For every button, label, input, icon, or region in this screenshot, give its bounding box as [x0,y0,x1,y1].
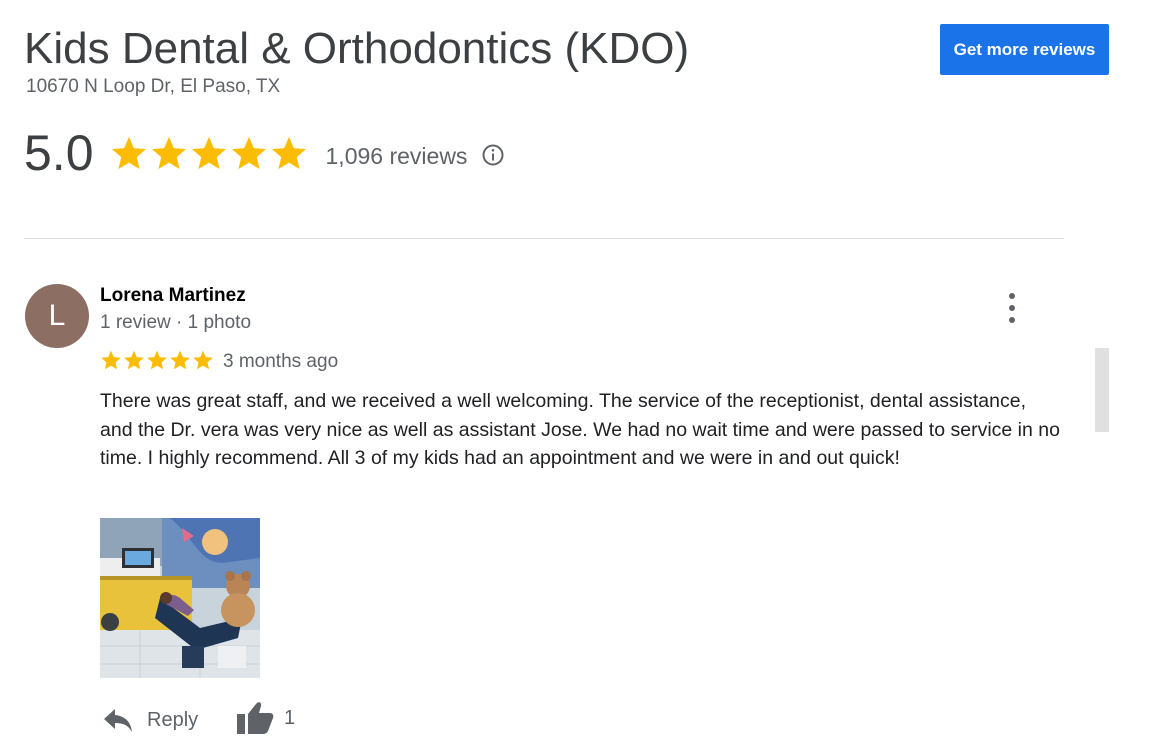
reply-button[interactable]: Reply [102,700,198,740]
star-icon [230,134,268,172]
review-text: There was great staff, and we received a… [100,390,1060,470]
info-icon[interactable] [481,143,505,167]
reviewer-name[interactable]: Lorena Martinez [100,284,246,308]
star-icon [110,134,148,172]
thumbs-up-icon [237,702,274,734]
review-stars [100,349,214,371]
star-icon [169,349,191,371]
reply-icon [104,709,132,732]
business-address: 10670 N Loop Dr, El Paso, TX [26,76,281,97]
review-count: 1,096 reviews [325,142,468,169]
section-divider [24,238,1064,239]
review-date: 3 months ago [223,351,339,372]
star-icon [190,134,228,172]
menu-dot [1009,317,1015,323]
business-name: Kids Dental & Orthodontics (KDO) [24,24,690,73]
star-icon [192,349,214,371]
menu-dot [1009,293,1015,299]
reply-label: Reply [147,708,199,731]
star-icon [270,134,308,172]
like-count: 1 [284,706,296,729]
star-icon [146,349,168,371]
average-rating: 5.0 [24,125,94,181]
star-icon [150,134,188,172]
reviewer-meta: 1 review · 1 photo [100,312,252,333]
avatar[interactable]: L [25,284,89,348]
get-more-reviews-button[interactable]: Get more reviews [940,24,1109,75]
rating-stars [110,134,308,172]
star-icon [100,349,122,371]
review-photo[interactable] [100,518,260,678]
like-button[interactable]: 1 [236,698,295,738]
rating-summary: 5.0 1,096 reviews [24,123,505,183]
menu-dot [1009,305,1015,311]
scrollbar-thumb[interactable] [1095,348,1109,432]
star-icon [123,349,145,371]
more-options-icon[interactable] [1000,293,1024,323]
